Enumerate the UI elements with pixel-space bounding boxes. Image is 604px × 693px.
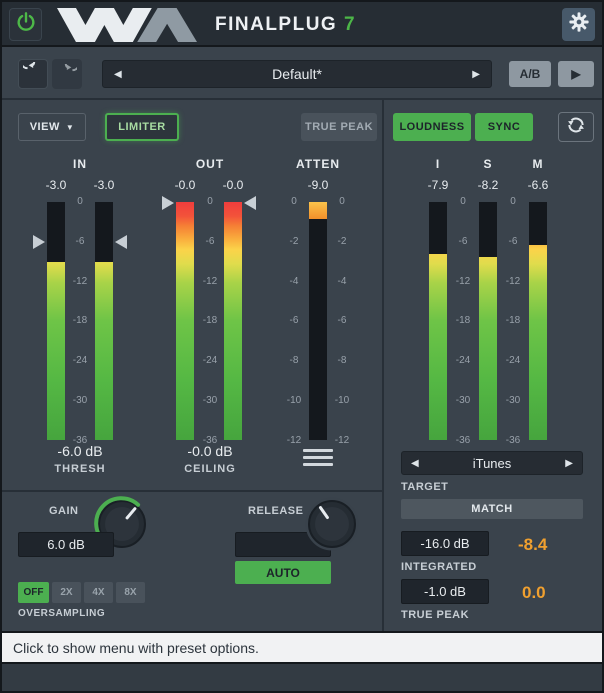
momentary-meter-label: M [508,157,568,171]
footer-bar [2,662,602,691]
status-message: Click to show menu with preset options. [13,640,259,656]
divider [382,98,384,631]
preset-advance-button[interactable]: ▶ [558,61,594,87]
view-menu-button[interactable]: VIEW ▼ [18,113,86,141]
loudness-scale-2: 0 -6 -12 -18 -24 -30 -36 [495,196,531,446]
chevron-down-icon: ▼ [66,123,74,132]
divider [2,98,602,100]
hamburger-icon [303,449,333,452]
undo-button[interactable] [18,59,48,89]
limiter-toggle-button[interactable]: LIMITER [105,113,179,141]
out-meter-scale: 0 -6 -12 -18 -24 -30 -36 [192,196,228,446]
plugin-title: FINALPLUG 7 [215,14,356,36]
integrated-meter-value: -7.9 [418,178,458,192]
integrated-label: INTEGRATED [401,561,477,573]
sync-toggle-button[interactable]: SYNC [475,113,533,141]
preset-next-icon[interactable]: ▶ [472,69,480,80]
target-prev-icon[interactable]: ◀ [411,458,419,469]
ab-compare-button[interactable]: A/B [509,61,551,87]
in-left-peak-value: -3.0 [36,178,76,192]
true-peak-label: TRUE PEAK [401,609,469,621]
true-peak-toggle-button[interactable]: TRUE PEAK [301,113,377,141]
atten-scale-right: 0 -2 -4 -6 -8 -10 -12 [324,196,360,446]
meter-menu-button[interactable] [303,449,333,470]
ceiling-readout[interactable]: -0.0 dB [165,443,255,459]
settings-button[interactable] [562,8,595,41]
threshold-label: THRESH [35,463,125,475]
threshold-marker-right-icon[interactable] [115,235,127,249]
match-button[interactable]: MATCH [401,499,583,519]
loudness-scale-1: 0 -6 -12 -18 -24 -30 -36 [445,196,481,446]
release-label: RELEASE [248,505,303,517]
meter-mask [529,202,547,245]
title-bar: FINALPLUG 7 [2,2,602,47]
loudness-meter-m [529,202,547,440]
out-meter-label: OUT [180,157,240,171]
true-peak-target-field[interactable]: -1.0 dB [401,579,489,604]
preset-selector[interactable]: ◀ Default* ▶ [102,60,492,88]
loudness-reset-button[interactable] [558,112,594,142]
atten-scale-left: 0 -2 -4 -6 -8 -10 -12 [276,196,312,446]
oversampling-label: OVERSAMPLING [18,608,105,619]
gain-label: GAIN [49,505,79,517]
release-knob[interactable] [304,496,360,557]
threshold-marker-left-icon[interactable] [33,235,45,249]
ceiling-label: CEILING [165,463,255,475]
target-label: TARGET [401,481,448,493]
target-next-icon[interactable]: ▶ [565,458,573,469]
power-button[interactable] [9,8,42,41]
out-left-peak-value: -0.0 [165,178,205,192]
momentary-meter-value: -6.6 [518,178,558,192]
integrated-target-field[interactable]: -16.0 dB [401,531,489,556]
in-meter-label: IN [50,157,110,171]
oversampling-4x-button[interactable]: 4X [84,582,113,603]
ceiling-marker-left-icon[interactable] [162,196,174,210]
target-value[interactable]: iTunes [419,456,566,471]
threshold-readout[interactable]: -6.0 dB [35,443,125,459]
auto-release-button[interactable]: AUTO [235,561,331,584]
refresh-icon [566,115,586,140]
status-bar: Click to show menu with preset options. [2,631,602,662]
loudness-toggle-button[interactable]: LOUDNESS [393,113,471,141]
oversampling-8x-button[interactable]: 8X [116,582,145,603]
preset-prev-icon[interactable]: ◀ [114,69,122,80]
plugin-window: FINALPLUG 7 [0,0,604,693]
atten-value: -9.0 [298,178,338,192]
divider [2,490,382,492]
undo-icon [23,62,43,87]
plugin-version: 7 [344,14,356,35]
true-peak-measured-value: 0.0 [522,583,546,603]
ceiling-marker-right-icon[interactable] [244,196,256,210]
power-icon [15,11,37,38]
gear-icon [568,11,590,38]
atten-meter-label: ATTEN [288,157,348,171]
redo-icon [57,64,77,84]
oversampling-2x-button[interactable]: 2X [52,582,81,603]
target-selector[interactable]: ◀ iTunes ▶ [401,451,583,475]
in-right-peak-value: -3.0 [84,178,124,192]
shortterm-meter-value: -8.2 [468,178,508,192]
wave-arts-logo-icon [57,8,197,47]
oversampling-off-button[interactable]: OFF [18,582,49,603]
redo-button[interactable] [52,59,82,89]
gain-value-field[interactable]: 6.0 dB [18,532,114,557]
preset-name[interactable]: Default* [122,66,473,82]
out-right-peak-value: -0.0 [213,178,253,192]
in-meter-scale: 0 -6 -12 -18 -24 -30 -36 [62,196,98,446]
integrated-measured-value: -8.4 [518,535,547,555]
